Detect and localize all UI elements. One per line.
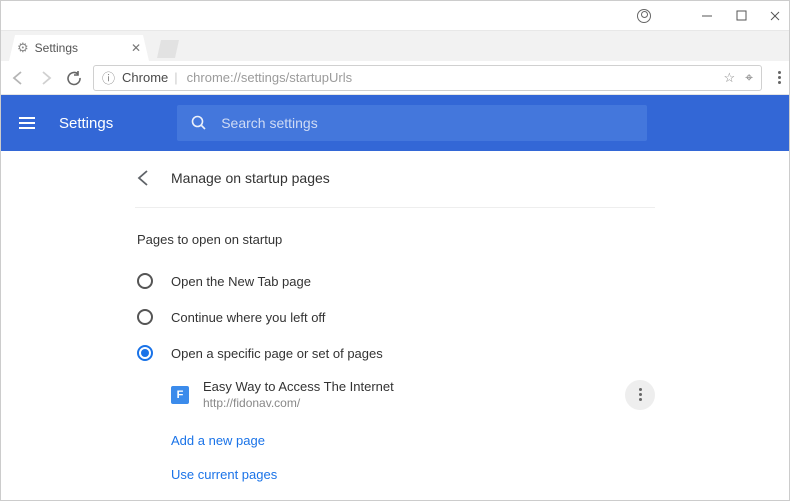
gear-icon: ⚙	[17, 40, 29, 56]
option-continue[interactable]: Continue where you left off	[135, 299, 655, 335]
minimize-button[interactable]	[701, 10, 713, 22]
settings-header: Settings	[1, 95, 789, 151]
radio-unchecked[interactable]	[137, 309, 153, 325]
add-new-page-link[interactable]: Add a new page	[171, 433, 265, 448]
window-titlebar	[1, 1, 789, 31]
settings-search-input[interactable]	[221, 115, 633, 131]
forward-button[interactable]	[37, 69, 55, 87]
use-current-pages-link[interactable]: Use current pages	[171, 467, 277, 482]
bookmark-star-icon[interactable]: ☆	[723, 70, 735, 86]
reload-button[interactable]	[65, 69, 83, 87]
address-bar[interactable]: ⓘ Chrome| chrome://settings/startupUrls …	[93, 65, 762, 91]
panel-title: Manage on startup pages	[171, 170, 330, 186]
chrome-chip: Chrome|	[122, 70, 180, 85]
option-label: Open a specific page or set of pages	[171, 346, 383, 361]
page-entry-more-button[interactable]	[625, 380, 655, 410]
site-info-icon[interactable]: ⓘ	[102, 68, 115, 87]
new-tab-button[interactable]	[157, 40, 179, 58]
option-specific-pages[interactable]: Open a specific page or set of pages	[135, 335, 655, 371]
maximize-button[interactable]	[735, 10, 747, 22]
radio-checked[interactable]	[137, 345, 153, 361]
browser-tab-settings[interactable]: ⚙ Settings ✕	[9, 35, 149, 61]
location-icon[interactable]: ⌖	[745, 69, 753, 86]
back-button[interactable]	[9, 69, 27, 87]
page-favicon: F	[171, 386, 189, 404]
radio-unchecked[interactable]	[137, 273, 153, 289]
menu-icon[interactable]	[19, 117, 35, 129]
option-new-tab[interactable]: Open the New Tab page	[135, 263, 655, 299]
close-window-button[interactable]	[769, 10, 781, 22]
browser-menu-button[interactable]	[778, 71, 781, 84]
tab-strip: ⚙ Settings ✕	[1, 31, 789, 61]
settings-search[interactable]	[177, 105, 647, 141]
close-tab-icon[interactable]: ✕	[131, 41, 141, 55]
panel-back-button[interactable]	[135, 169, 153, 187]
tab-title: Settings	[35, 41, 78, 55]
profile-icon[interactable]	[637, 9, 651, 23]
page-entry-title: Easy Way to Access The Internet	[203, 379, 394, 394]
url-text: chrome://settings/startupUrls	[187, 70, 352, 85]
option-label: Open the New Tab page	[171, 274, 311, 289]
startup-page-entry: F Easy Way to Access The Internet http:/…	[171, 371, 655, 418]
page-entry-url: http://fidonav.com/	[203, 396, 394, 410]
browser-toolbar: ⓘ Chrome| chrome://settings/startupUrls …	[1, 61, 789, 95]
search-icon	[191, 115, 207, 131]
option-label: Continue where you left off	[171, 310, 325, 325]
startup-pages-panel: Manage on startup pages Pages to open on…	[135, 151, 655, 490]
settings-header-title: Settings	[59, 115, 113, 132]
section-title: Pages to open on startup	[137, 232, 655, 247]
